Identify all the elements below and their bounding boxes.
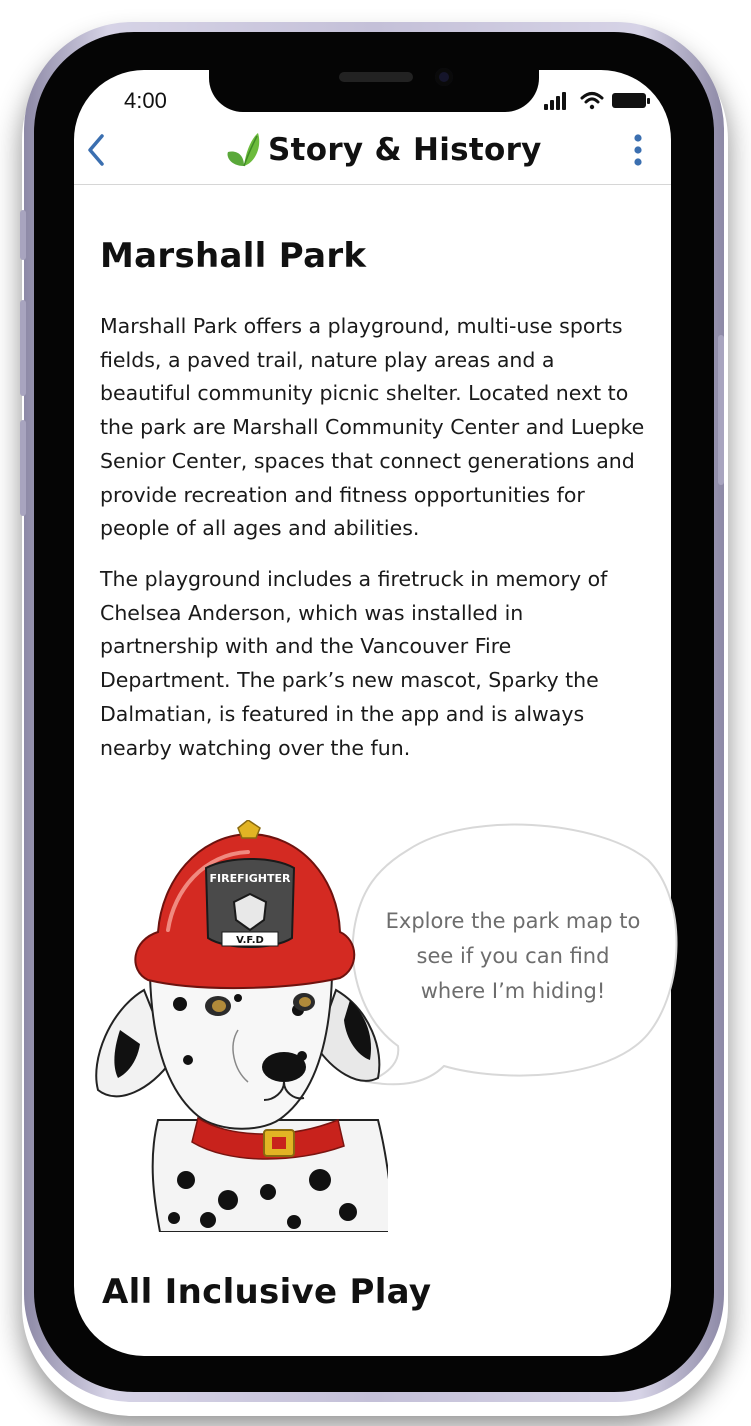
back-button[interactable] [78, 130, 118, 170]
mute-switch [20, 210, 26, 260]
status-time: 4:00 [124, 88, 167, 113]
speech-bubble-text: Explore the park map to see if you can f… [385, 909, 641, 1003]
speaker-grille [339, 72, 413, 82]
front-camera [435, 68, 453, 86]
volume-up-button [20, 300, 26, 396]
wifi-icon [580, 92, 604, 110]
volume-down-button [20, 420, 26, 516]
page-title: Story & History [268, 132, 542, 168]
chevron-left-icon [88, 134, 104, 166]
status-indicators [544, 92, 650, 110]
helmet-label: FIREFIGHTER [210, 872, 291, 885]
signal-icon [544, 92, 566, 110]
intro-paragraph: Marshall Park offers a playground, multi… [100, 314, 645, 541]
section-heading-all-inclusive-play: All Inclusive Play [102, 1272, 432, 1312]
power-button [718, 335, 724, 485]
leaf-icon [227, 133, 260, 167]
notch [189, 40, 559, 112]
navigation-bar: Story & History [74, 118, 671, 185]
more-options-button[interactable] [626, 130, 650, 170]
nav-title-group: Story & History [224, 128, 542, 172]
more-vertical-icon [634, 134, 642, 166]
playground-paragraph: The playground includes a firetruck in m… [100, 567, 608, 760]
battery-icon [612, 93, 650, 108]
dalmatian-mascot-illustration: FIREFIGHTER V.F.D [95, 820, 388, 1232]
status-icons [544, 90, 654, 112]
section-heading-marshall-park: Marshall Park [100, 236, 367, 276]
helmet-badge-label: V.F.D [236, 935, 264, 946]
